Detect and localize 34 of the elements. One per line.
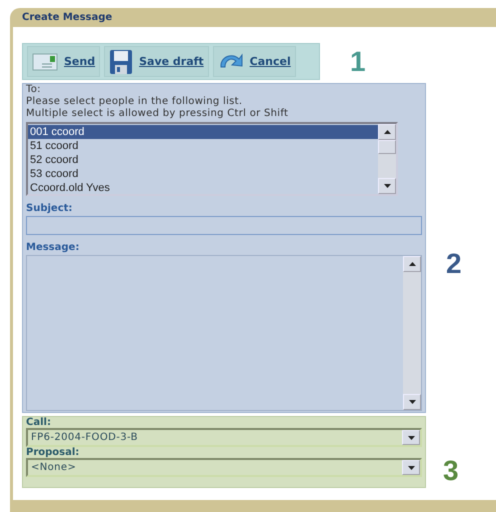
to-label: To: <box>26 84 42 96</box>
down-arrow-icon <box>408 400 416 404</box>
down-arrow-icon <box>408 466 414 470</box>
instruction-text: Multiple select is allowed by pressing Ctrl or Shift <box>26 108 290 120</box>
down-arrow-icon <box>384 184 390 188</box>
dropdown[interactable]: FP6-2004-FOOD-3-B <box>26 428 422 447</box>
envelope-icon <box>32 52 58 72</box>
down-arrow-icon <box>408 436 414 440</box>
scrollbar[interactable] <box>378 124 396 194</box>
scrollbar[interactable] <box>403 256 421 410</box>
send-button[interactable]: Send <box>27 46 100 77</box>
recipient-option[interactable]: 51 ccoord <box>28 139 378 153</box>
recipient-option[interactable]: Ccoord.old Yves <box>28 181 378 195</box>
up-arrow-icon <box>408 262 416 266</box>
save-button[interactable]: Save draft <box>104 46 209 77</box>
recipient-option[interactable]: 53 ccoord <box>28 167 378 181</box>
recipient-option[interactable]: 52 ccoord <box>28 153 378 167</box>
section-number: 3 <box>443 455 460 487</box>
message-field[interactable] <box>26 255 422 411</box>
cancel-button[interactable]: Cancel <box>212 46 296 77</box>
field-label: Proposal: <box>26 447 80 458</box>
subject-field[interactable] <box>26 216 422 235</box>
dropdown[interactable]: <None> <box>26 458 422 477</box>
recipient-option[interactable]: 001 ccoord <box>28 125 378 139</box>
message-label: Message: <box>26 242 80 253</box>
section-number: 1 <box>350 46 366 78</box>
instruction-text: Please select people in the following list. <box>26 96 244 108</box>
up-arrow-icon <box>384 130 390 134</box>
field-label: Call: <box>26 417 52 428</box>
scrollbar-thumb[interactable] <box>378 140 396 154</box>
subject-label: Subject: <box>26 203 74 214</box>
section-number: 2 <box>446 248 463 280</box>
recipient-list[interactable]: 001 ccoord 51 ccoord 52 ccoord 53 ccoord Ccoord.old Yves <box>26 122 398 196</box>
window-title: Create Message <box>22 12 112 23</box>
